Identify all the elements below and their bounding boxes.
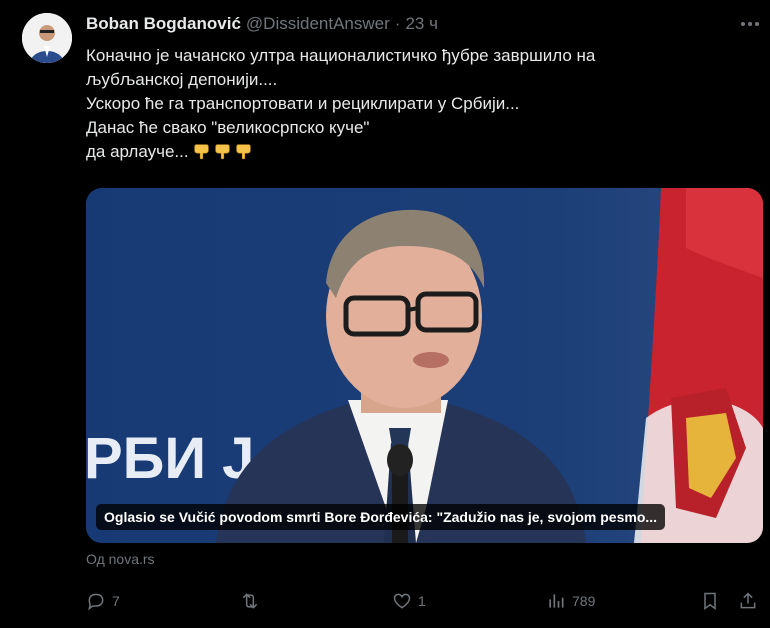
card-caption: Oglasio se Vučić povodom smrti Bore Đorđ… [96, 504, 666, 530]
pointing-down-icon [214, 144, 230, 160]
like-count: 1 [418, 593, 426, 609]
backdrop-text: РБИ Ј [86, 426, 254, 491]
author-handle[interactable]: @DissidentAnswer [246, 14, 390, 34]
pointing-down-icon [235, 144, 251, 160]
card-source[interactable]: Од nova.rs [86, 551, 155, 567]
post-text-line: Ускоро ће га транспортовати и рециклират… [86, 94, 520, 113]
pointing-down-icon [193, 144, 209, 160]
post-text-line: Коначно је чачанско ултра националистичк… [86, 46, 596, 65]
post-text-last-line: да арлауче... [86, 140, 746, 164]
share-button[interactable] [738, 588, 758, 614]
header-separator: · [394, 14, 401, 33]
author-avatar[interactable] [22, 13, 72, 63]
like-button[interactable]: 1 [392, 588, 426, 614]
share-icon [740, 592, 756, 609]
post-text-line: да арлауче... [86, 142, 189, 161]
post-timestamp[interactable]: 23 ч [405, 14, 438, 34]
reply-count: 7 [112, 593, 120, 609]
repost-button[interactable] [240, 588, 266, 614]
avatar-image [22, 13, 72, 63]
views-icon [549, 594, 564, 608]
post-text-line: Данас ће свако "великосрпско куче" [86, 118, 370, 137]
reply-icon [88, 593, 104, 611]
views-count: 789 [572, 593, 596, 609]
author-name[interactable]: Boban Bogdanović [86, 14, 241, 34]
link-card[interactable]: РБИ Ј [86, 188, 763, 543]
views-button[interactable]: 789 [546, 588, 595, 614]
heart-icon [393, 593, 411, 609]
post-header: Boban Bogdanović @DissidentAnswer · 23 ч [86, 12, 438, 36]
card-image: РБИ Ј [86, 188, 763, 543]
reply-button[interactable]: 7 [86, 588, 120, 614]
repost-icon [242, 593, 258, 609]
bookmark-button[interactable] [700, 588, 720, 614]
more-options-icon[interactable] [738, 14, 762, 34]
post-text-line: љубљанској депонији.... [86, 70, 278, 89]
post-text: Коначно је чачанско ултра националистичк… [86, 44, 746, 164]
bookmark-icon [704, 592, 716, 610]
emoji-row [189, 142, 252, 161]
action-bar: 7 1 789 [0, 588, 770, 614]
